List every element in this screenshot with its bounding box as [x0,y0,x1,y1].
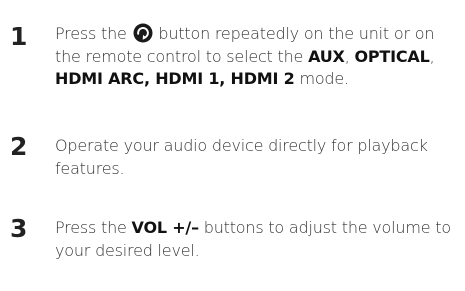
step-number: 3 [10,214,28,243]
step-text-part: mode. [294,69,349,88]
step-text: Press the button repeatedly on the unit … [55,23,460,91]
mode-sep: , [429,46,435,66]
step-number: 1 [10,22,28,51]
step-text-part: Press the [55,24,132,43]
step-text-part: Press the [55,218,132,237]
vol-label: VOL +/– [131,218,200,237]
mode-optical: OPTICAL [354,46,430,66]
step-text: Operate your audio device directly for p… [55,136,428,178]
mode-sep: , [344,46,355,66]
mode-hdmi: HDMI ARC, HDMI 1, HDMI 2 [55,69,295,88]
source-icon [133,23,153,43]
step-text: Press the VOL +/– buttons to adjust the … [55,217,460,262]
mode-aux: AUX [308,46,345,66]
step-number: 2 [10,132,28,161]
